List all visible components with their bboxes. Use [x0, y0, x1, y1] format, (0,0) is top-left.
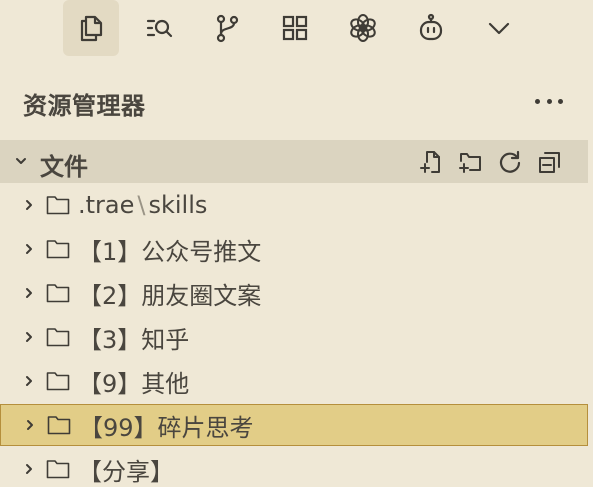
- search-list-icon: [146, 19, 173, 38]
- source-control-tab[interactable]: [199, 0, 255, 56]
- folder-icon: [46, 196, 70, 215]
- refresh-button[interactable]: [495, 147, 525, 177]
- folder-icon: [47, 416, 71, 435]
- more-actions-button[interactable]: [532, 86, 566, 116]
- section-title: 文件: [40, 153, 88, 181]
- collapse-all-icon: [539, 152, 560, 173]
- tree-item-label: 【3】知乎: [78, 325, 190, 354]
- collapse-all-button[interactable]: [535, 147, 565, 177]
- chevron-right-icon: [26, 244, 32, 254]
- chevron-right-icon: [26, 288, 32, 298]
- new-file-icon: [420, 151, 440, 173]
- tree-item[interactable]: 【9】其他: [0, 360, 588, 402]
- chevron-down-icon: [16, 158, 26, 164]
- new-folder-icon: [459, 153, 481, 173]
- ellipsis-icon: [535, 98, 540, 104]
- chevron-right-icon: [26, 464, 32, 474]
- files-icon: [80, 15, 103, 42]
- robot-icon: [419, 13, 443, 41]
- tree-item[interactable]: 【分享】: [0, 448, 588, 487]
- tree-item-label: 【9】其他: [78, 369, 190, 398]
- grid-icon: [282, 15, 308, 41]
- tree-item-label: .trae \ skills: [78, 191, 208, 219]
- explorer-tab[interactable]: [63, 0, 119, 56]
- tree-item-selected[interactable]: 【99】碎片思考: [0, 404, 588, 446]
- folder-icon: [46, 372, 70, 391]
- search-tab[interactable]: [131, 0, 187, 56]
- folder-icon: [46, 284, 70, 303]
- folder-icon: [46, 240, 70, 259]
- new-folder-button[interactable]: [455, 147, 485, 177]
- new-file-button[interactable]: [416, 147, 446, 177]
- folder-icon: [46, 460, 70, 479]
- tree-item[interactable]: 【1】公众号推文: [0, 228, 588, 270]
- chevron-right-icon: [26, 376, 32, 386]
- tree-item-label: 【2】朋友圈文案: [78, 281, 262, 310]
- agent-tab[interactable]: [403, 0, 459, 56]
- git-branch-icon: [216, 14, 239, 43]
- tree-item-label: 【分享】: [78, 457, 174, 486]
- extensions-tab[interactable]: [267, 0, 323, 56]
- ai-tab[interactable]: [335, 0, 391, 56]
- chevron-down-icon: [488, 22, 510, 35]
- more-views-button[interactable]: [471, 0, 527, 56]
- tree-item-label: 【99】碎片思考: [79, 413, 254, 442]
- tree-item[interactable]: .trae \ skills: [0, 184, 588, 226]
- panel-title: 资源管理器: [23, 92, 146, 120]
- activity-bar: [0, 0, 593, 57]
- chevron-right-icon: [26, 332, 32, 342]
- folder-icon: [46, 328, 70, 347]
- tree-item-label: 【1】公众号推文: [78, 237, 262, 266]
- ai-flower-icon: [350, 14, 376, 42]
- explorer-window: 资源管理器 文件 .trae \ skills 【1】公众号推文 【2】朋友圈文…: [0, 0, 593, 487]
- refresh-icon: [499, 150, 521, 173]
- chevron-right-icon: [26, 200, 32, 210]
- chevron-right-icon: [27, 420, 33, 430]
- files-section-header[interactable]: 文件: [0, 140, 588, 183]
- tree-item[interactable]: 【2】朋友圈文案: [0, 272, 588, 314]
- tree-item[interactable]: 【3】知乎: [0, 316, 588, 358]
